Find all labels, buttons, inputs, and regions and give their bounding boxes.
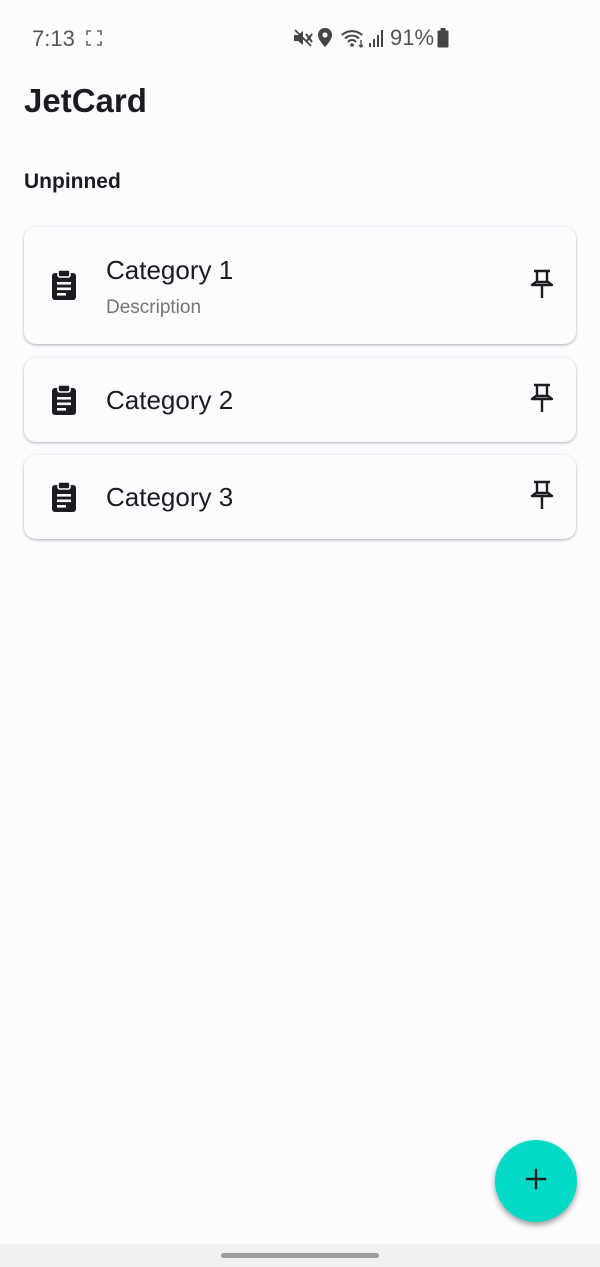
card-title: Category 2 [106, 385, 234, 415]
battery-icon [436, 27, 450, 49]
card-title: Category 3 [106, 482, 234, 512]
clipboard-icon [50, 269, 78, 301]
pin-icon [530, 383, 554, 418]
plus-icon [524, 1167, 548, 1196]
location-icon [316, 27, 334, 49]
category-card-2[interactable]: Category 2 [24, 358, 576, 442]
home-indicator[interactable] [221, 1253, 379, 1258]
pin-button[interactable] [526, 480, 558, 514]
category-card-1[interactable]: Category 1 Description [24, 227, 576, 344]
screenshot-icon [86, 30, 102, 46]
app-title: JetCard [24, 82, 147, 119]
status-time: 7:13 [32, 26, 75, 51]
navigation-bar [0, 1244, 600, 1267]
pin-button[interactable] [526, 269, 558, 303]
pin-icon [530, 269, 554, 304]
status-icons: 91% [292, 25, 450, 50]
signal-icon [368, 27, 386, 49]
battery-percentage: 91% [390, 25, 435, 50]
card-title: Category 1 [106, 255, 234, 285]
section-title-unpinned: Unpinned [24, 170, 121, 193]
card-description: Description [106, 297, 202, 318]
status-bar: 7:13 91% [0, 0, 600, 76]
clipboard-icon [50, 384, 78, 416]
add-category-fab[interactable] [495, 1140, 577, 1222]
pin-icon [530, 480, 554, 515]
wifi-icon [340, 27, 366, 49]
category-card-3[interactable]: Category 3 [24, 455, 576, 539]
pin-button[interactable] [526, 383, 558, 417]
clipboard-icon [50, 481, 78, 513]
mute-vibrate-icon [292, 27, 314, 49]
